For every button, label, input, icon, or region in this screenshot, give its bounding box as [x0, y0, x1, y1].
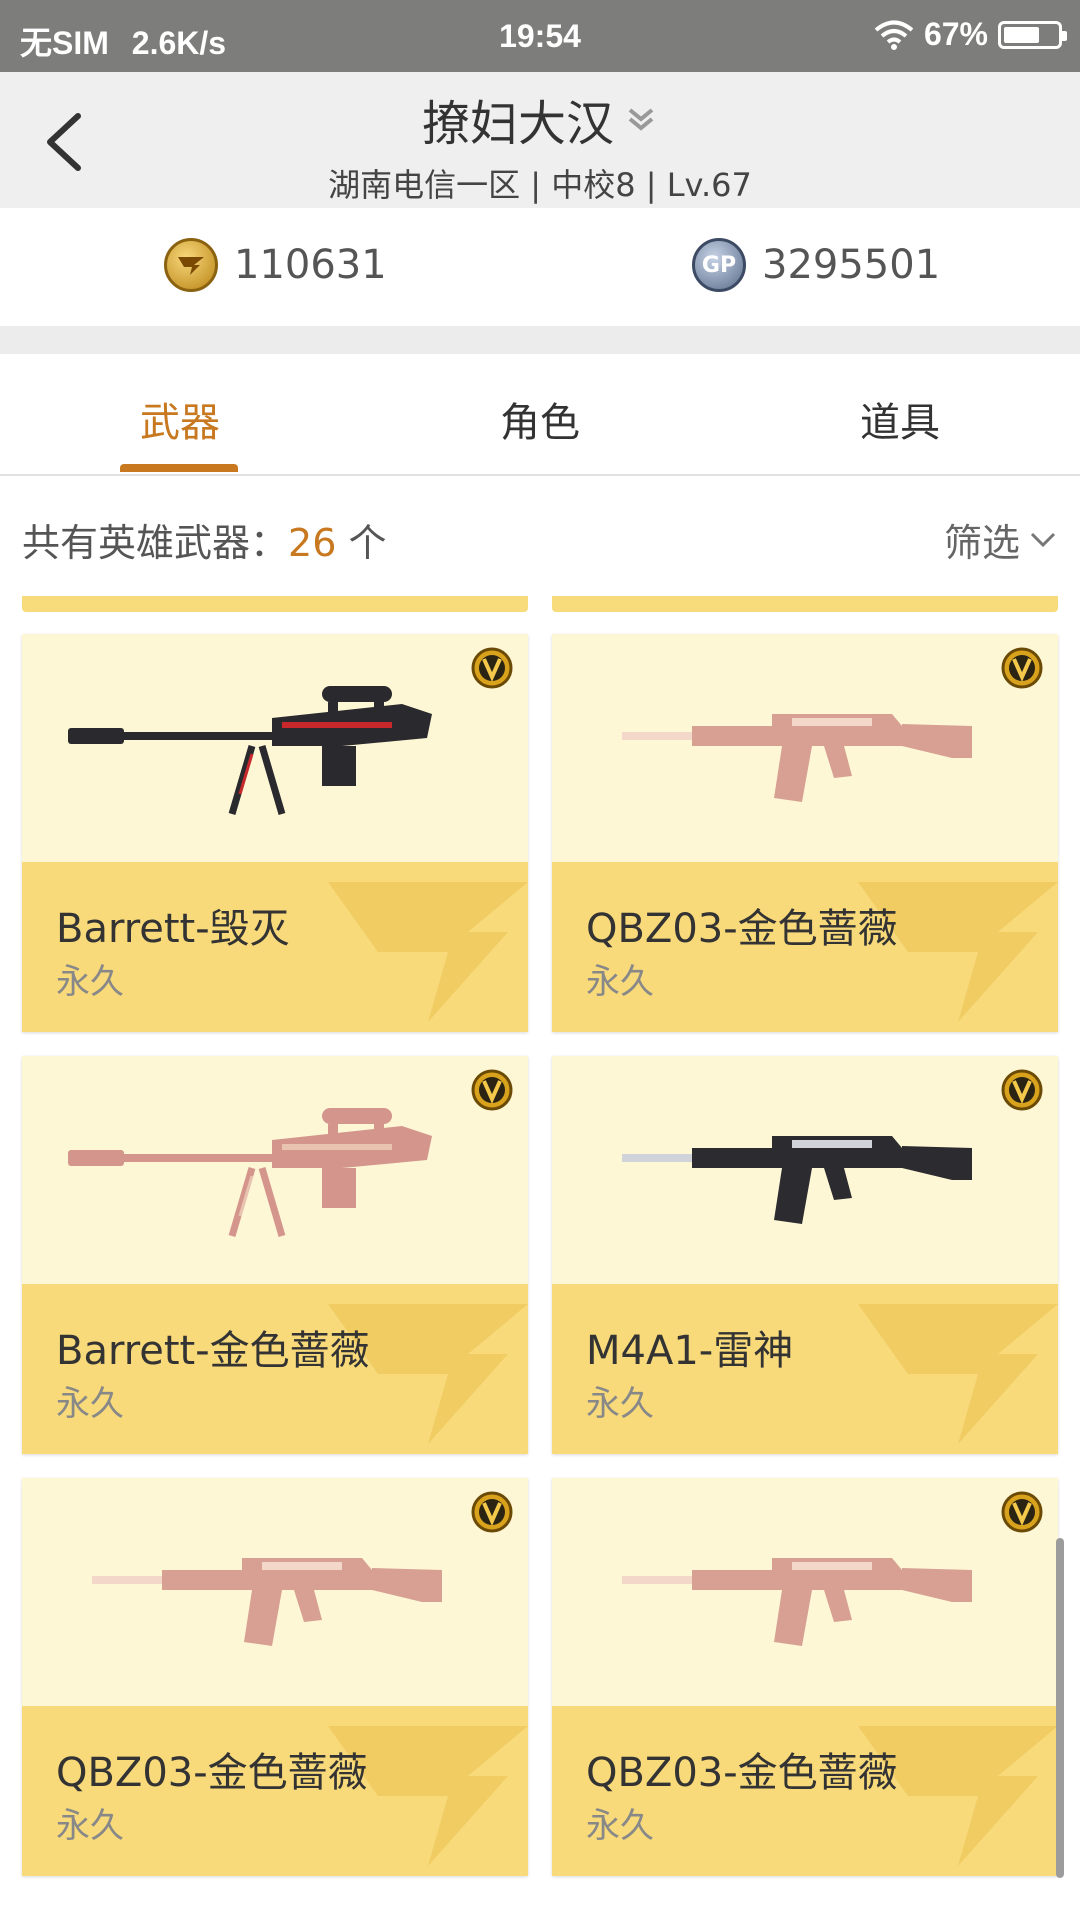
active-tab-indicator [120, 464, 238, 472]
weapon-duration: 永久 [586, 962, 654, 1002]
player-name: 撩妇大汉 [421, 96, 614, 152]
cf-points: 110631 [164, 238, 387, 292]
weapon-duration: 永久 [586, 1806, 654, 1846]
weapon-list[interactable]: 共有英雄武器：26 个 筛选 Barrett-毁灭 永久 QBZ03-金色蔷薇 … [0, 476, 1080, 1920]
weapon-card[interactable]: QBZ03-金色蔷薇 永久 [552, 1478, 1058, 1876]
weapon-card[interactable]: Barrett-金色蔷薇 永久 [22, 1056, 528, 1454]
weapon-info: QBZ03-金色蔷薇 永久 [22, 1706, 528, 1876]
tab-weapons[interactable]: 武器 [80, 390, 280, 448]
weapon-duration: 永久 [56, 962, 124, 1002]
assault-rifle-silver-black-icon [622, 1136, 972, 1224]
partial-card-top [552, 596, 1058, 612]
assault-rifle-rose-gold-icon [622, 714, 972, 802]
gp-points: GP 3295501 [692, 238, 940, 292]
cf-watermark-icon [858, 1304, 1058, 1444]
weapon-info: Barrett-毁灭 永久 [22, 862, 528, 1032]
vip-badge-icon [1001, 647, 1043, 689]
vip-badge-icon [1001, 1069, 1043, 1111]
filter-label: 筛选 [943, 521, 1020, 565]
partial-card-top [22, 596, 528, 612]
weapon-duration: 永久 [56, 1384, 124, 1424]
vip-badge-icon [471, 1069, 513, 1111]
weapon-info: Barrett-金色蔷薇 永久 [22, 1284, 528, 1454]
assault-rifle-rose-gold-icon [92, 1558, 442, 1646]
cf-watermark-icon [328, 882, 528, 1022]
player-info[interactable]: 撩妇大汉 湖南电信一区 | 中校8 | Lv.67 [0, 84, 1080, 206]
weapon-name: QBZ03-金色蔷薇 [586, 1750, 898, 1796]
weapon-name: QBZ03-金色蔷薇 [56, 1750, 368, 1796]
weapon-name: Barrett-金色蔷薇 [56, 1328, 370, 1374]
vip-badge-icon [471, 647, 513, 689]
battery-icon [998, 20, 1067, 49]
vip-badge-icon [1001, 1491, 1043, 1533]
gp-coin-icon: GP [692, 238, 746, 292]
weapon-card[interactable]: Barrett-毁灭 永久 [22, 634, 528, 1032]
weapon-duration: 永久 [586, 1384, 654, 1424]
weapon-info: QBZ03-金色蔷薇 永久 [552, 1706, 1058, 1876]
top-header: 撩妇大汉 湖南电信一区 | 中校8 | Lv.67 [0, 72, 1080, 208]
status-bar: 无SIM 2.6K/s 19:54 67% [0, 0, 1080, 72]
weapon-card[interactable]: QBZ03-金色蔷薇 永久 [22, 1478, 528, 1876]
weapon-name: QBZ03-金色蔷薇 [586, 906, 898, 952]
sniper-rifle-rose-gold-icon [68, 1108, 432, 1237]
currency-bar: 110631 GP 3295501 [0, 208, 1080, 326]
player-server-rank: 湖南电信一区 | 中校8 | Lv.67 [328, 166, 752, 204]
summary-suffix: 个 [336, 521, 387, 565]
weapon-name: Barrett-毁灭 [56, 906, 290, 952]
weapon-count-summary: 共有英雄武器：26 个 [22, 512, 386, 567]
gp-points-value: 3295501 [762, 242, 941, 288]
weapon-duration: 永久 [56, 1806, 124, 1846]
vip-badge-icon [471, 1491, 513, 1533]
cf-coin-icon [164, 238, 218, 292]
sniper-rifle-black-red-icon [68, 686, 432, 815]
chevron-down-icon[interactable] [624, 102, 658, 136]
wifi-icon [874, 20, 914, 50]
tab-characters[interactable]: 角色 [440, 390, 640, 448]
summary-prefix: 共有英雄武器： [22, 521, 289, 565]
weapon-info: QBZ03-金色蔷薇 永久 [552, 862, 1058, 1032]
status-right: 67% [874, 16, 1067, 53]
tab-items[interactable]: 道具 [800, 390, 1000, 448]
battery-fill [1004, 26, 1039, 43]
weapon-name: M4A1-雷神 [586, 1328, 794, 1374]
weapon-card[interactable]: QBZ03-金色蔷薇 永久 [552, 634, 1058, 1032]
assault-rifle-rose-gold-icon [622, 1558, 972, 1646]
weapon-info: M4A1-雷神 永久 [552, 1284, 1058, 1454]
category-tabs: 武器 角色 道具 [0, 354, 1080, 476]
weapon-card[interactable]: M4A1-雷神 永久 [552, 1056, 1058, 1454]
chevron-down-icon [1030, 532, 1056, 547]
weapon-count: 26 [288, 521, 337, 565]
cf-points-value: 110631 [234, 242, 387, 288]
scrollbar[interactable] [1056, 1538, 1064, 1878]
filter-button[interactable]: 筛选 [944, 512, 1058, 567]
battery-percent: 67% [923, 16, 988, 52]
